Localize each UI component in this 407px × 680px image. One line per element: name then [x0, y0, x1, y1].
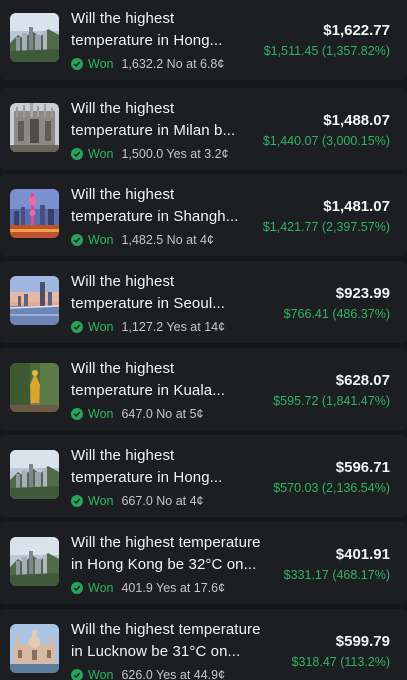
status-line: Won 626.0 Yes at 44.9¢	[71, 667, 225, 680]
status-line: Won 1,500.0 Yes at 3.2¢	[71, 146, 229, 162]
won-badge: Won	[88, 147, 114, 161]
market-thumbnail-shanghai	[10, 189, 59, 238]
check-circle-icon	[71, 408, 83, 420]
won-badge: Won	[88, 57, 114, 71]
profit-amount: $1,511.45 (1,357.82%)	[263, 44, 390, 58]
profit-amount: $1,421.77 (2,397.57%)	[262, 220, 390, 234]
market-title: Will the highest temperature in Hong Kon…	[71, 534, 261, 573]
market-thumbnail-lucknow	[10, 624, 59, 673]
position-detail: 1,127.2 Yes at 14¢	[121, 320, 226, 334]
won-badge: Won	[88, 407, 114, 421]
check-circle-icon	[71, 58, 83, 70]
current-value: $599.79	[335, 633, 390, 650]
current-value: $596.71	[335, 459, 390, 476]
positions-list: Will the highest temperature in Hong... …	[0, 0, 407, 680]
market-title: Will the highest temperature in Lucknow …	[71, 621, 261, 660]
position-detail: 647.0 No at 5¢	[121, 407, 204, 421]
won-badge: Won	[88, 494, 114, 508]
current-value: $1,622.77	[323, 22, 390, 39]
won-badge: Won	[88, 233, 114, 247]
status-line: Won 667.0 No at 4¢	[71, 493, 204, 509]
market-title: Will the highest temperature in Hong...	[71, 10, 223, 49]
market-thumbnail-hong-kong	[10, 13, 59, 62]
market-thumbnail-milan	[10, 103, 59, 152]
position-row[interactable]: Will the highest temperature in Milan b.…	[0, 88, 407, 170]
position-detail: 667.0 No at 4¢	[121, 494, 204, 508]
profit-amount: $766.41 (486.37%)	[283, 307, 390, 321]
check-circle-icon	[71, 495, 83, 507]
position-detail: 1,632.2 No at 6.8¢	[121, 57, 225, 71]
market-title: Will the highest temperature in Milan b.…	[71, 100, 236, 139]
current-value: $401.91	[335, 546, 390, 563]
current-value: $923.99	[335, 285, 390, 302]
position-detail: 401.9 Yes at 17.6¢	[121, 581, 226, 595]
market-title: Will the highest temperature in Seoul...	[71, 273, 226, 312]
position-detail: 1,482.5 No at 4¢	[121, 233, 214, 247]
status-line: Won 1,127.2 Yes at 14¢	[71, 319, 225, 335]
check-circle-icon	[71, 582, 83, 594]
check-circle-icon	[71, 234, 83, 246]
market-title: Will the highest temperature in Shangh..…	[71, 186, 239, 225]
position-row[interactable]: Will the highest temperature in Hong... …	[0, 0, 407, 80]
position-row[interactable]: Will the highest temperature in Kuala...…	[0, 348, 407, 430]
won-badge: Won	[88, 581, 114, 595]
status-line: Won 401.9 Yes at 17.6¢	[71, 580, 225, 596]
position-detail: 1,500.0 Yes at 3.2¢	[121, 147, 229, 161]
market-title: Will the highest temperature in Kuala...	[71, 360, 226, 399]
status-line: Won 1,632.2 No at 6.8¢	[71, 56, 224, 72]
won-badge: Won	[88, 320, 114, 334]
profit-amount: $595.72 (1,841.47%)	[273, 394, 390, 408]
current-value: $628.07	[335, 372, 390, 389]
current-value: $1,488.07	[323, 112, 390, 129]
check-circle-icon	[71, 669, 83, 680]
profit-amount: $318.47 (113.2%)	[291, 655, 390, 669]
position-row[interactable]: Will the highest temperature in Shangh..…	[0, 174, 407, 256]
status-line: Won 1,482.5 No at 4¢	[71, 232, 214, 248]
profit-amount: $331.17 (468.17%)	[283, 568, 390, 582]
current-value: $1,481.07	[323, 198, 390, 215]
won-badge: Won	[88, 668, 114, 680]
position-row[interactable]: Will the highest temperature in Seoul...…	[0, 261, 407, 343]
position-row[interactable]: Will the highest temperature in Hong Kon…	[0, 522, 407, 604]
market-thumbnail-kuala-lumpur	[10, 363, 59, 412]
market-title: Will the highest temperature in Hong...	[71, 447, 223, 486]
status-line: Won 647.0 No at 5¢	[71, 406, 204, 422]
profit-amount: $570.03 (2,136.54%)	[273, 481, 390, 495]
profit-amount: $1,440.07 (3,000.15%)	[262, 134, 390, 148]
position-row[interactable]: Will the highest temperature in Lucknow …	[0, 609, 407, 680]
position-detail: 626.0 Yes at 44.9¢	[121, 668, 226, 680]
market-thumbnail-seoul	[10, 276, 59, 325]
market-thumbnail-hong-kong	[10, 537, 59, 586]
check-circle-icon	[71, 148, 83, 160]
check-circle-icon	[71, 321, 83, 333]
position-row[interactable]: Will the highest temperature in Hong... …	[0, 435, 407, 517]
market-thumbnail-hong-kong	[10, 450, 59, 499]
